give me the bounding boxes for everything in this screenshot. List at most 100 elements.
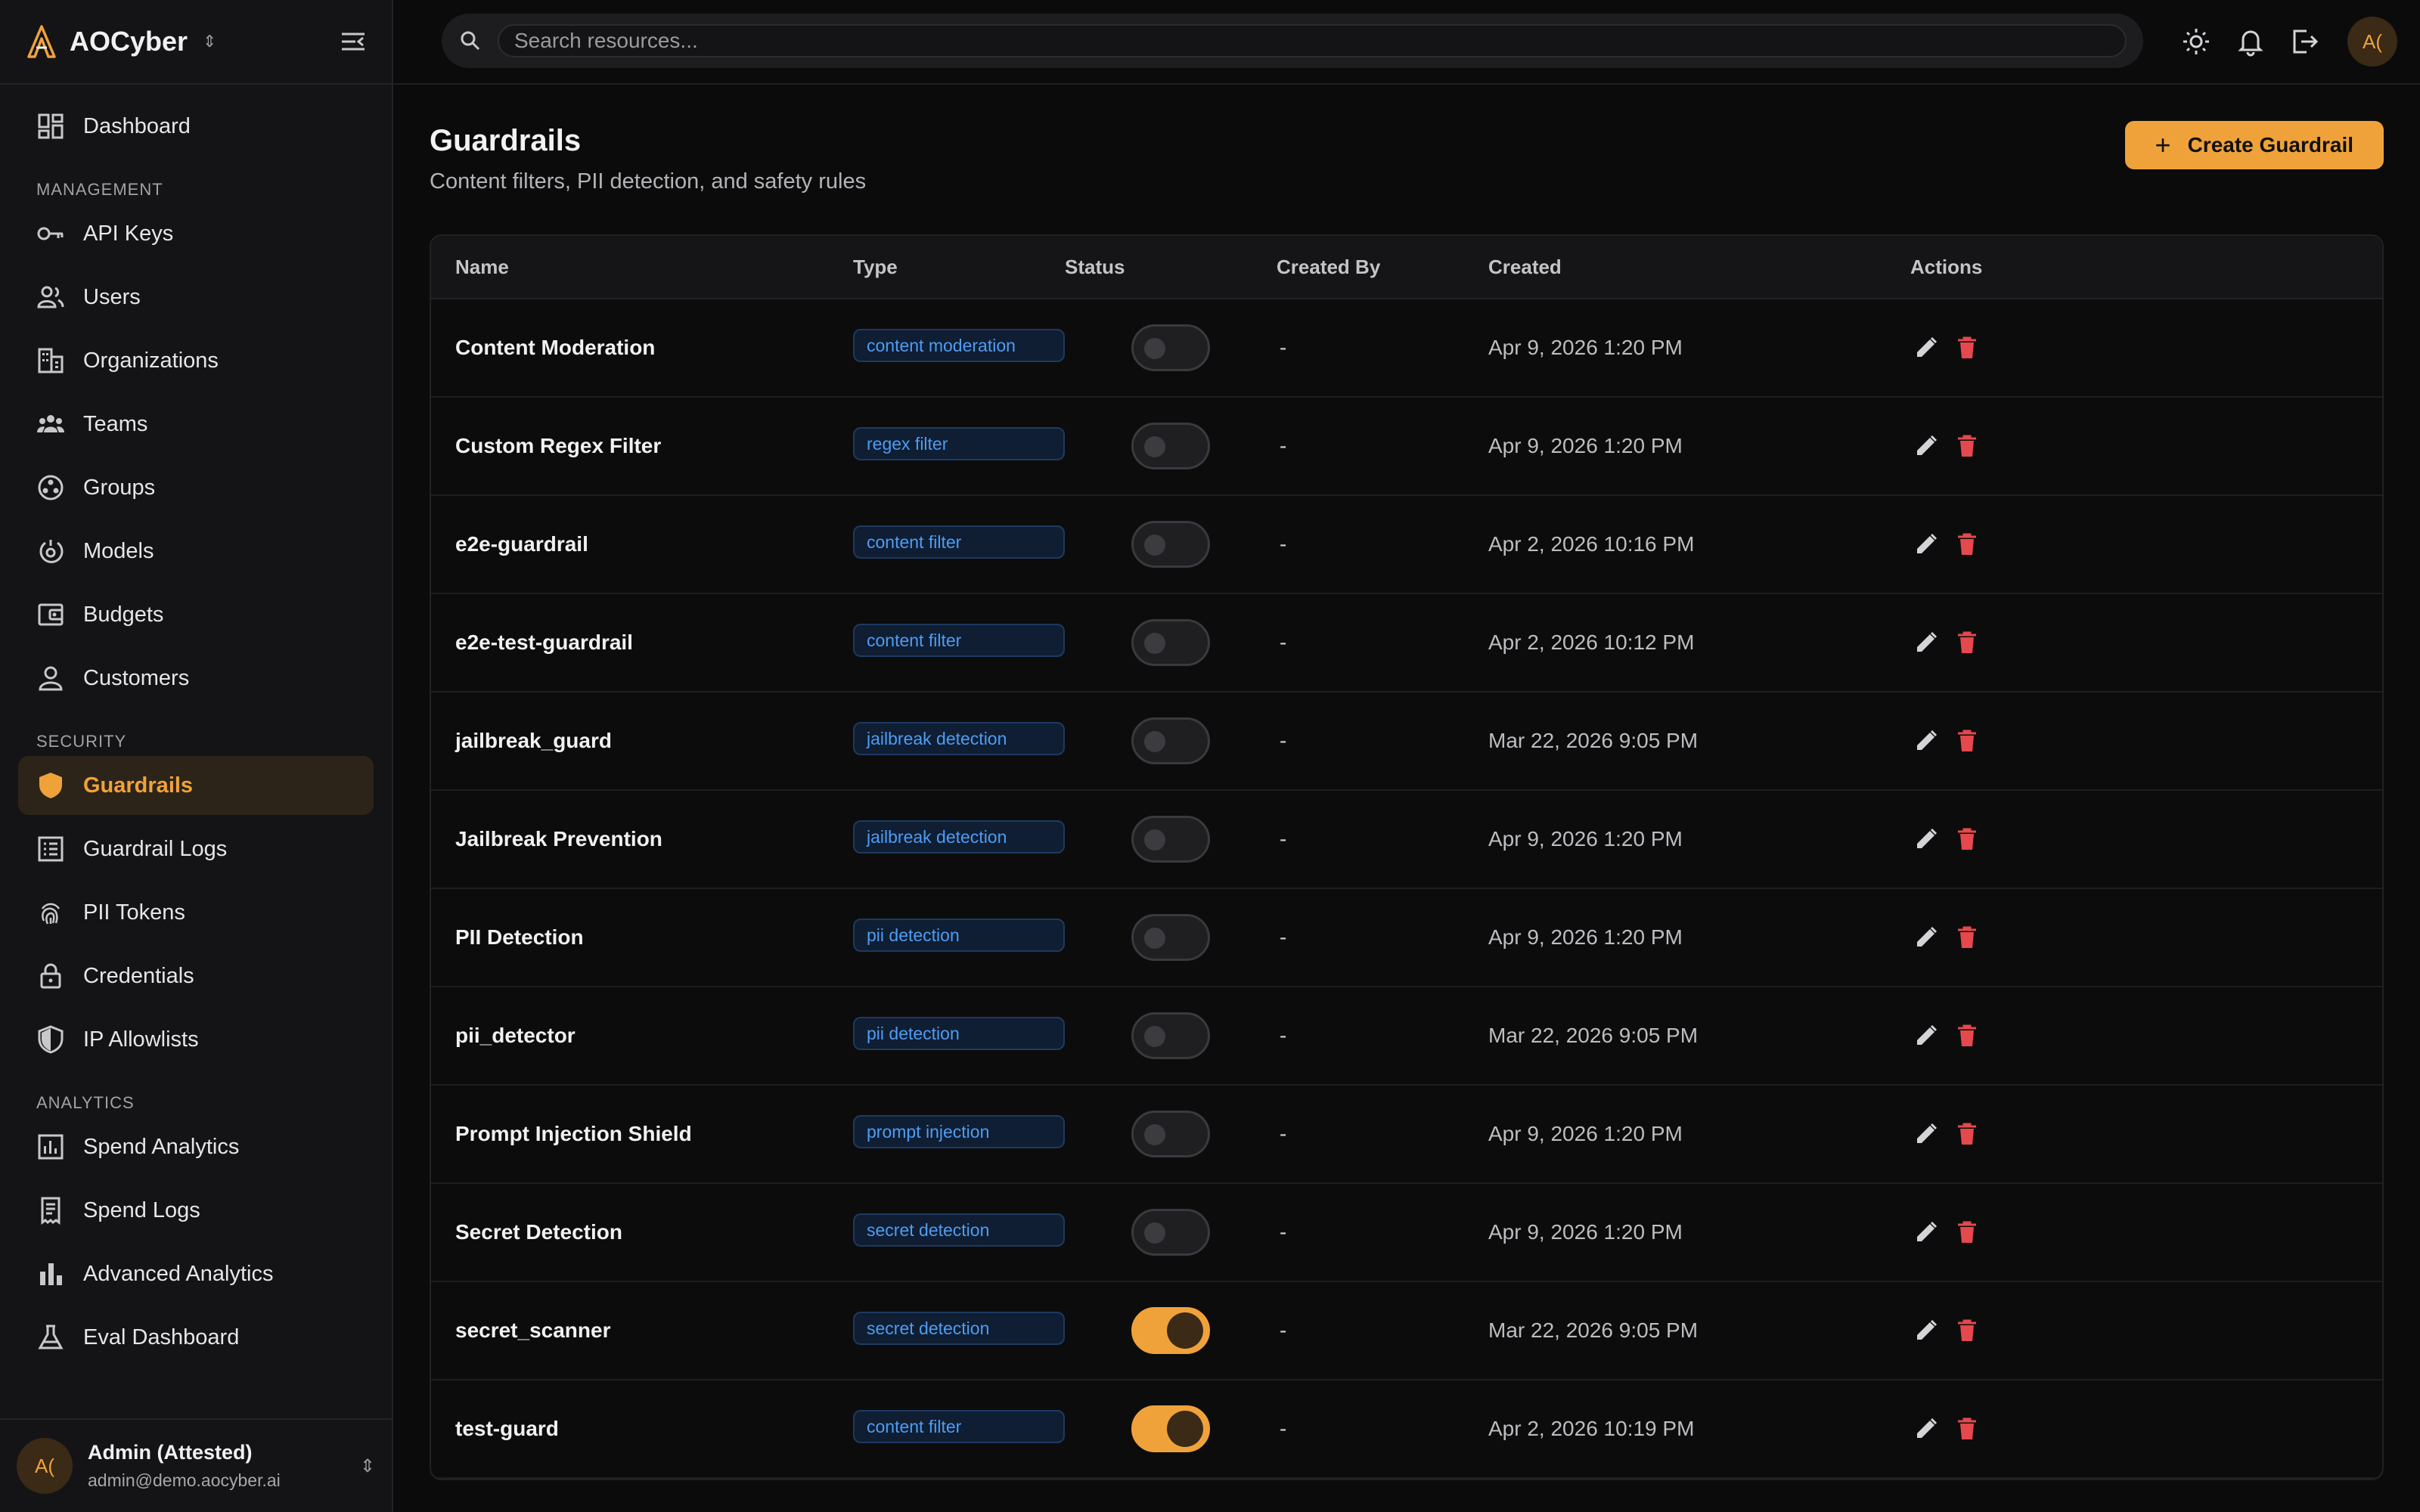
guardrail-name[interactable]: jailbreak_guard [431,729,853,753]
table-row[interactable]: secret_scanner secret detection - Mar 22… [431,1282,2382,1380]
status-toggle[interactable] [1131,619,1210,666]
status-toggle[interactable] [1131,1307,1210,1354]
status-toggle[interactable] [1131,1111,1210,1157]
logout-icon [2293,29,2319,54]
theme-toggle-button[interactable] [2180,25,2213,58]
sidebar-item-api-keys[interactable]: API Keys [18,204,374,263]
edit-icon[interactable] [1913,335,1939,361]
delete-icon[interactable] [1954,1219,1980,1245]
guardrail-name[interactable]: PII Detection [431,925,853,950]
edit-icon[interactable] [1913,1416,1939,1442]
guardrail-name[interactable]: Custom Regex Filter [431,434,853,458]
delete-icon[interactable] [1954,826,1980,852]
edit-icon[interactable] [1913,433,1939,459]
sidebar-item-guardrail-logs[interactable]: Guardrail Logs [18,820,374,878]
brand-switcher-icon[interactable]: ⇕ [203,32,216,51]
guardrail-name[interactable]: secret_scanner [431,1318,853,1343]
table-row[interactable]: Custom Regex Filter regex filter - Apr 9… [431,398,2382,496]
sidebar-item-budgets[interactable]: Budgets [18,585,374,644]
delete-icon[interactable] [1954,1416,1980,1442]
sidebar-item-organizations[interactable]: Organizations [18,331,374,390]
guardrail-name[interactable]: Secret Detection [431,1220,853,1244]
sidebar-item-advanced-analytics[interactable]: Advanced Analytics [18,1244,374,1303]
edit-icon[interactable] [1913,1023,1939,1049]
guardrail-name[interactable]: Prompt Injection Shield [431,1122,853,1146]
table-row[interactable]: jailbreak_guard jailbreak detection - Ma… [431,692,2382,791]
guardrail-name[interactable]: Jailbreak Prevention [431,827,853,851]
brand-name[interactable]: AOCyber [70,26,188,57]
delete-icon[interactable] [1954,1023,1980,1049]
guardrail-name[interactable]: Content Moderation [431,336,853,360]
sidebar-item-spend-logs[interactable]: Spend Logs [18,1181,374,1240]
table-row[interactable]: e2e-guardrail content filter - Apr 2, 20… [431,496,2382,594]
table-row[interactable]: Jailbreak Prevention jailbreak detection… [431,791,2382,889]
table-row[interactable]: pii_detector pii detection - Mar 22, 202… [431,987,2382,1086]
delete-icon[interactable] [1954,925,1980,950]
guardrail-name[interactable]: e2e-test-guardrail [431,631,853,655]
edit-icon[interactable] [1913,1219,1939,1245]
collapse-sidebar-icon[interactable] [340,30,366,53]
table-row[interactable]: Secret Detection secret detection - Apr … [431,1184,2382,1282]
delete-icon[interactable] [1954,335,1980,361]
sidebar-item-users[interactable]: Users [18,268,374,327]
delete-icon[interactable] [1954,728,1980,754]
search-input[interactable] [498,24,2127,57]
status-toggle[interactable] [1131,521,1210,568]
sidebar-item-spend-analytics[interactable]: Spend Analytics [18,1117,374,1176]
table-row[interactable]: test-guard content filter - Apr 2, 2026 … [431,1380,2382,1479]
edit-icon[interactable] [1913,531,1939,557]
delete-icon[interactable] [1954,630,1980,655]
status-toggle[interactable] [1131,324,1210,371]
status-toggle[interactable] [1131,717,1210,764]
delete-icon[interactable] [1954,1318,1980,1343]
avatar[interactable]: A( [2347,17,2397,67]
sidebar-item-eval-dashboard[interactable]: Eval Dashboard [18,1308,374,1367]
toggle-knob [1144,829,1165,850]
status-toggle[interactable] [1131,816,1210,863]
sidebar-item-customers[interactable]: Customers [18,649,374,708]
edit-icon[interactable] [1913,728,1939,754]
sidebar-item-dashboard[interactable]: Dashboard [18,97,374,156]
chevron-updown-icon[interactable]: ⇕ [360,1455,375,1477]
edit-icon[interactable] [1913,826,1939,852]
status-toggle[interactable] [1131,1012,1210,1059]
header-type[interactable]: Type [853,256,1065,279]
status-toggle[interactable] [1131,914,1210,961]
status-toggle[interactable] [1131,1209,1210,1256]
guardrail-name[interactable]: test-guard [431,1417,853,1441]
table-row[interactable]: Prompt Injection Shield prompt injection… [431,1086,2382,1184]
logout-button[interactable] [2288,25,2322,58]
edit-icon[interactable] [1913,630,1939,655]
guardrail-name[interactable]: e2e-guardrail [431,532,853,556]
delete-icon[interactable] [1954,531,1980,557]
status-toggle[interactable] [1131,1405,1210,1452]
toggle-knob [1167,1411,1203,1447]
chart-box-icon [38,1134,64,1160]
user-account-panel[interactable]: A( Admin (Attested) admin@demo.aocyber.a… [0,1418,392,1512]
sidebar-item-teams[interactable]: Teams [18,395,374,454]
sidebar-item-groups[interactable]: Groups [18,458,374,517]
sidebar-item-label: Dashboard [83,113,191,138]
sidebar-item-models[interactable]: Models [18,522,374,581]
edit-icon[interactable] [1913,1318,1939,1343]
header-status[interactable]: Status [1065,256,1277,279]
delete-icon[interactable] [1954,433,1980,459]
table-row[interactable]: Content Moderation content moderation - … [431,299,2382,398]
table-row[interactable]: e2e-test-guardrail content filter - Apr … [431,594,2382,692]
header-created[interactable]: Created [1488,256,1910,279]
sidebar-item-guardrails[interactable]: Guardrails [18,756,374,815]
edit-icon[interactable] [1913,925,1939,950]
guardrail-name[interactable]: pii_detector [431,1024,853,1048]
edit-icon[interactable] [1913,1121,1939,1147]
header-name[interactable]: Name [431,256,853,279]
sidebar-item-pii-tokens[interactable]: PII Tokens [18,883,374,942]
notifications-button[interactable] [2234,25,2267,58]
status-toggle[interactable] [1131,423,1210,469]
delete-icon[interactable] [1954,1121,1980,1147]
table-row[interactable]: PII Detection pii detection - Apr 9, 202… [431,889,2382,987]
sidebar-item-credentials[interactable]: Credentials [18,947,374,1005]
search-bar [442,14,2143,68]
header-created-by[interactable]: Created By [1277,256,1488,279]
sidebar-item-ip-allowlists[interactable]: IP Allowlists [18,1010,374,1069]
create-guardrail-button[interactable]: + Create Guardrail [2124,121,2384,169]
